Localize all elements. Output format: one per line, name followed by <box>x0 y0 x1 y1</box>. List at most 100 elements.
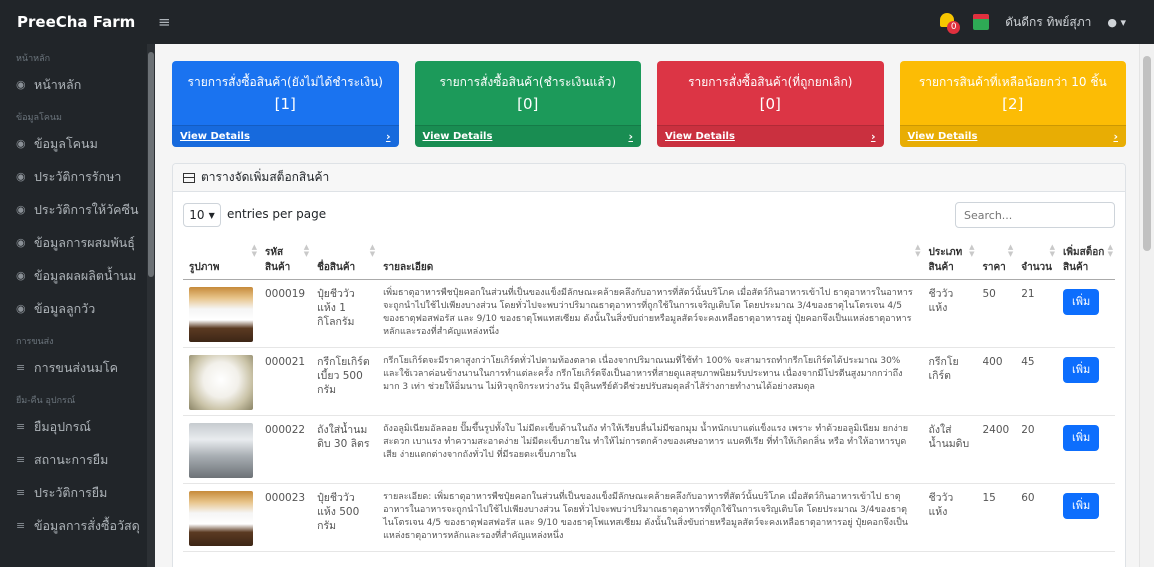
sidebar-item-breeding[interactable]: ◉ ข้อมูลการผสมพันธุ์ <box>0 226 155 259</box>
entries-per-page-select[interactable]: 10 ▼ <box>183 203 221 227</box>
cell-name: ปุ๋ยชีววัวแห้ง 500 กรัม <box>311 483 378 552</box>
sidebar-item-label: ข้อมูลการสั่งซื้อวัสดุ <box>34 517 140 533</box>
add-stock-button[interactable]: เพิ่ม <box>1063 288 1100 315</box>
notification-bell-icon[interactable]: 0 <box>937 12 961 34</box>
sidebar-item-borrow[interactable]: ≡ ยืมอุปกรณ์ <box>0 410 155 443</box>
panel-title: ตารางจัดเพิ่มสต็อกสินค้า <box>201 170 330 184</box>
chevron-right-icon: › <box>1113 130 1118 143</box>
sidebar-item-borrow-history[interactable]: ≡ ประวัติการยืม <box>0 476 155 509</box>
sort-icon: ▲ ▼ <box>251 243 257 258</box>
card-view-details-link[interactable]: View Details › <box>657 125 884 147</box>
list-icon: ≡ <box>16 486 26 499</box>
sort-icon: ▲ ▼ <box>1049 243 1055 258</box>
calendar-icon[interactable] <box>973 14 990 30</box>
table-row: 000019 ปุ๋ยชีววัวแห้ง 1 กิโลกรัม เพิ่มธา… <box>183 279 1115 348</box>
top-navbar: PreeCha Farm ≡ 0 ดันดีกร ทิพย์สุภา ● ▾ <box>0 0 1154 44</box>
add-stock-button[interactable]: เพิ่ม <box>1063 492 1100 519</box>
sidebar-item-treatment-history[interactable]: ◉ ประวัติการรักษา <box>0 160 155 193</box>
sort-icon: ▲ ▼ <box>303 243 310 258</box>
table-controls: 10 ▼ entries per page <box>173 192 1125 236</box>
sidebar-heading-cows: ข้อมูลโคนม <box>16 113 62 123</box>
col-header-image[interactable]: รูปภาพ ▲ ▼ <box>183 237 259 280</box>
cell-type: ชีววัวแห้ง <box>922 483 977 552</box>
fertilizer-bag-image <box>189 490 253 546</box>
brand-logo[interactable]: PreeCha Farm <box>0 13 150 31</box>
table-row: 000022 ถังใส่น้ำนมดิบ 30 ลิตร ถังอลูมิเน… <box>183 415 1115 484</box>
summary-cards: รายการสั่งซื้อสินค้า(ยังไม่ได้ชำระเงิน) … <box>172 61 1126 147</box>
cell-code: 000021 <box>259 347 312 416</box>
sidebar-item-cow-data[interactable]: ◉ ข้อมูลโคนม <box>0 127 155 160</box>
sidebar-toggle-icon[interactable]: ≡ <box>158 13 171 31</box>
header-label: ชื่อสินค้า <box>317 261 356 273</box>
sidebar-item-milk-yield[interactable]: ◉ ข้อมูลผลผลิตน้ำนม <box>0 259 155 292</box>
circle-icon: ◉ <box>16 203 26 216</box>
card-unpaid-orders: รายการสั่งซื้อสินค้า(ยังไม่ได้ชำระเงิน) … <box>172 61 399 147</box>
sidebar-item-label: ประวัติการยืม <box>34 484 108 500</box>
cell-type: ชีววัวแห้ง <box>922 279 977 348</box>
stock-table-panel: ตารางจัดเพิ่มสต็อกสินค้า 10 ▼ entries pe… <box>172 163 1126 567</box>
col-header-price[interactable]: ราคา ▲ ▼ <box>976 237 1016 280</box>
sidebar-item-calves[interactable]: ◉ ข้อมูลลูกวัว <box>0 292 155 325</box>
col-header-detail[interactable]: รายละเอียด ▲ ▼ <box>377 237 923 280</box>
sidebar-item-label: ข้อมูลลูกวัว <box>34 300 96 316</box>
col-header-name[interactable]: ชื่อสินค้า ▲ ▼ <box>311 237 378 280</box>
card-view-details-link[interactable]: View Details › <box>899 125 1126 147</box>
sort-icon: ▲ ▼ <box>969 243 975 258</box>
sidebar-item-milk-shipping[interactable]: ≡ การขนส่งนมโค <box>0 351 155 384</box>
milk-can-image <box>189 422 253 478</box>
header-label: เพิ่มสต็อกสินค้า <box>1063 246 1105 273</box>
sidebar-scrollbar-thumb[interactable] <box>148 52 154 277</box>
user-dropdown-icon[interactable]: ● ▾ <box>1107 16 1126 29</box>
user-name[interactable]: ดันดีกร ทิพย์สุภา <box>1005 13 1091 32</box>
table-header-row: รูปภาพ ▲ ▼ รหัสสินค้า ▲ ▼ ชื่อสินค้า ▲ ▼ รายละ… <box>183 237 1115 280</box>
cell-image <box>183 483 259 552</box>
chevron-right-icon: › <box>385 130 391 143</box>
main-scrollbar[interactable] <box>1139 44 1154 567</box>
card-cancelled-orders: รายการสั่งซื้อสินค้า(ที่ถูกยกเลิก) [0] V… <box>657 61 884 147</box>
sidebar-heading-shipping: การขนส่ง <box>16 337 54 347</box>
sidebar-heading-equipment: ยืม-คืน อุปกรณ์ <box>16 396 76 406</box>
sidebar-item-label: ประวัติการให้วัคซีน <box>34 201 139 217</box>
sidebar-item-dashboard[interactable]: ◉ หน้าหลัก <box>0 68 155 101</box>
sidebar-item-label: ข้อมูลการผสมพันธุ์ <box>34 234 135 250</box>
chevron-down-icon: ▼ <box>208 210 215 220</box>
col-header-qty[interactable]: จำนวน ▲ ▼ <box>1015 237 1057 280</box>
col-header-type[interactable]: ประเภทสินค้า ▲ ▼ <box>922 237 977 280</box>
cell-name: ปุ๋ยชีววัวแห้ง 1 กิโลกรัม <box>311 279 378 348</box>
sidebar-item-material-orders[interactable]: ≡ ข้อมูลการสั่งซื้อวัสดุ <box>0 509 155 542</box>
card-view-details-link[interactable]: View Details › <box>414 125 641 147</box>
col-header-code[interactable]: รหัสสินค้า ▲ ▼ <box>259 237 312 280</box>
sidebar-item-vaccine-history[interactable]: ◉ ประวัติการให้วัคซีน <box>0 193 155 226</box>
col-header-add-stock[interactable]: เพิ่มสต็อกสินค้า ▲ ▼ <box>1057 237 1115 280</box>
cell-price: 50 <box>976 279 1016 348</box>
card-title: รายการสินค้าที่เหลือน้อยกว่า 10 ชิ้น <box>918 75 1107 89</box>
cell-price: 400 <box>976 347 1016 416</box>
card-view-details-link[interactable]: View Details › <box>172 125 399 147</box>
cell-code: 000019 <box>259 279 312 348</box>
circle-icon: ◉ <box>16 170 26 183</box>
sidebar-item-label: ข้อมูลโคนม <box>34 135 98 151</box>
navbar-right: 0 ดันดีกร ทิพย์สุภา ● ▾ <box>937 0 1126 44</box>
cell-image <box>183 279 259 348</box>
stock-table: รูปภาพ ▲ ▼ รหัสสินค้า ▲ ▼ ชื่อสินค้า ▲ ▼ รายละ… <box>183 237 1115 552</box>
add-stock-button[interactable]: เพิ่ม <box>1063 424 1100 451</box>
sidebar-item-label: สถานะการยืม <box>34 451 109 467</box>
sidebar-item-borrow-status[interactable]: ≡ สถานะการยืม <box>0 443 155 476</box>
table-row: 000023 ปุ๋ยชีววัวแห้ง 500 กรัม รายละเอีย… <box>183 483 1115 552</box>
header-label: ราคา <box>982 261 1006 273</box>
card-paid-orders: รายการสั่งซื้อสินค้า(ชำระเงินแล้ว) [0] V… <box>414 61 641 147</box>
view-details-label: View Details <box>180 131 250 142</box>
add-stock-button[interactable]: เพิ่ม <box>1063 356 1100 383</box>
card-value: [2] <box>1002 95 1024 113</box>
cell-qty: 20 <box>1015 415 1057 484</box>
search-input[interactable] <box>955 202 1115 228</box>
table-row: 000021 กรีกโยเกิร์ต เบี้ยว 500 กรัม กรีก… <box>183 347 1115 416</box>
entries-per-page-label: entries per page <box>227 207 327 221</box>
cell-name: ถังใส่น้ำนมดิบ 30 ลิตร <box>311 415 378 484</box>
table-icon <box>183 172 195 183</box>
cell-action: เพิ่ม <box>1057 347 1115 416</box>
card-title: รายการสั่งซื้อสินค้า(ชำระเงินแล้ว) <box>439 75 617 89</box>
cell-code: 000022 <box>259 415 312 484</box>
fertilizer-bag-image <box>189 286 253 342</box>
main-scrollbar-thumb[interactable] <box>1143 56 1151 251</box>
